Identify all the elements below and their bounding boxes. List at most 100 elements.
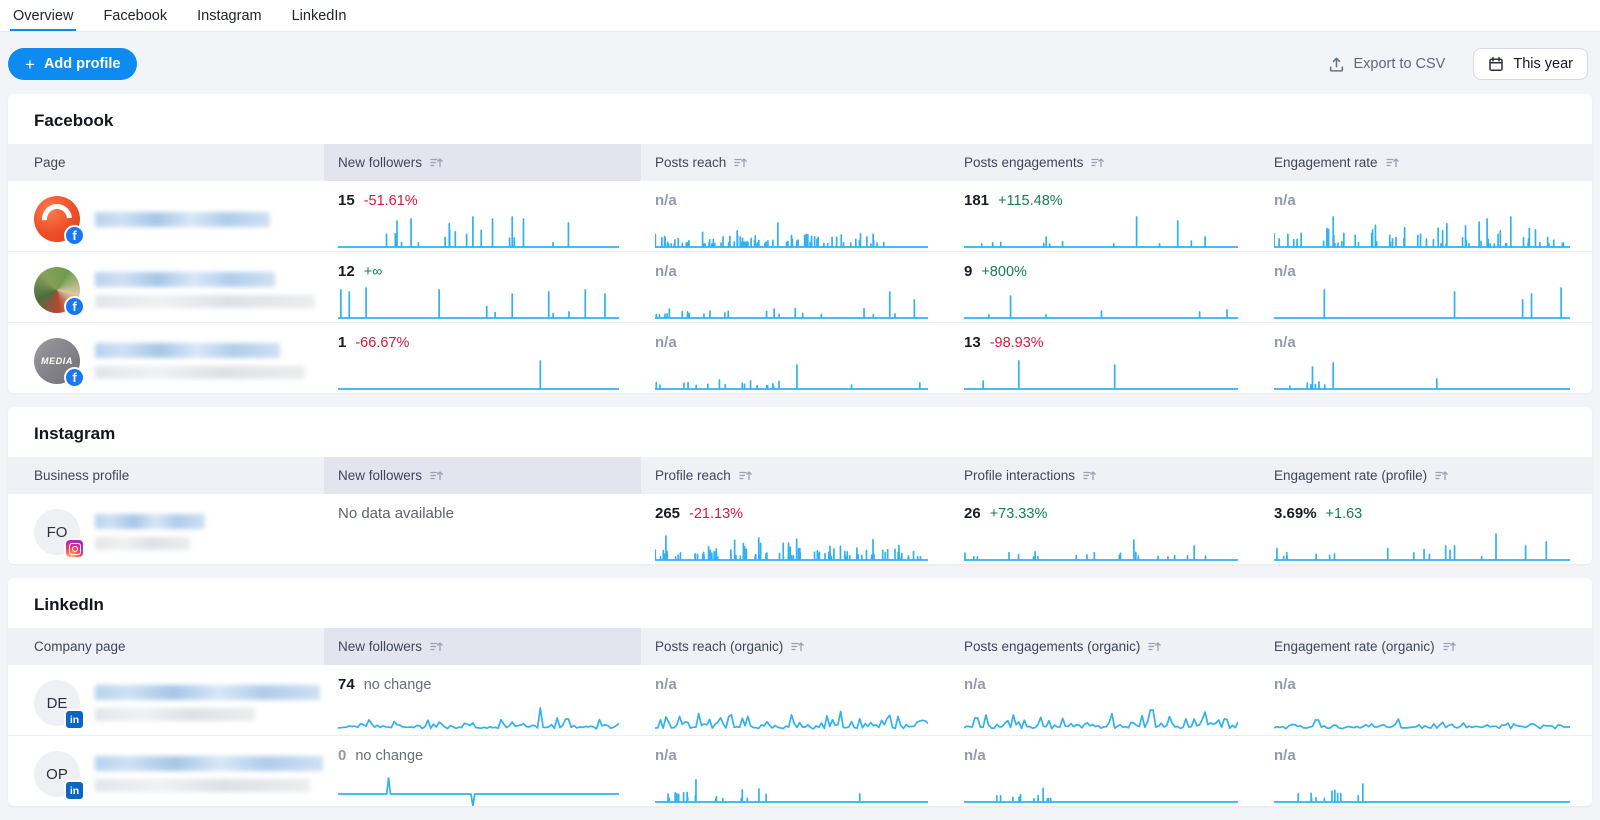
- sort-icon: [739, 469, 752, 482]
- profile-cell: DE in: [8, 665, 324, 741]
- sort-icon: [1148, 640, 1161, 653]
- sparkline-chart: [964, 695, 1238, 735]
- linkedin-section-card: LinkedIn Company page New followers Post…: [8, 578, 1592, 806]
- facebook-badge-icon: f: [64, 296, 85, 317]
- metric-cell-new-followers: 1-66.67%: [324, 323, 641, 393]
- column-header-profile-reach[interactable]: Profile reach: [641, 457, 950, 494]
- table-row[interactable]: FO No data available 265-21.13% 26+73.33…: [8, 494, 1592, 564]
- date-range-button[interactable]: This year: [1473, 48, 1588, 80]
- metric-value: n/a: [655, 263, 677, 280]
- redacted-profile-name: [95, 685, 320, 721]
- redacted-profile-name: [95, 343, 305, 379]
- add-profile-label: Add profile: [44, 56, 121, 72]
- metric-value: 181: [964, 192, 989, 209]
- sparkline-chart: [655, 695, 928, 735]
- metric-delta: -21.13%: [689, 506, 743, 523]
- metric-value: 26: [964, 505, 981, 522]
- column-header-new-followers[interactable]: New followers: [324, 628, 641, 665]
- metric-cell-engagement-rate: n/a: [1260, 323, 1592, 393]
- sparkline-chart: [1274, 282, 1570, 322]
- top-tab-bar: Overview Facebook Instagram LinkedIn: [0, 0, 1600, 32]
- tab-instagram[interactable]: Instagram: [194, 1, 264, 31]
- table-header-row: Company page New followers Posts reach (…: [8, 628, 1592, 665]
- column-header-engagement-rate-organic[interactable]: Engagement rate (organic): [1260, 628, 1592, 665]
- table-header-row: Business profile New followers Profile r…: [8, 457, 1592, 494]
- sort-icon: [1091, 156, 1104, 169]
- metric-value: n/a: [1274, 334, 1296, 351]
- sparkline-chart: [338, 353, 619, 393]
- column-header-new-followers[interactable]: New followers: [324, 457, 641, 494]
- metric-delta: +∞: [364, 264, 383, 281]
- table-row[interactable]: DE in 74no change n/a n/a n/a: [8, 665, 1592, 735]
- column-header-label: Company page: [34, 639, 126, 654]
- sparkline-chart: [338, 524, 619, 564]
- column-header-posts-reach[interactable]: Posts reach: [641, 144, 950, 181]
- metric-value: 15: [338, 192, 355, 209]
- table-row[interactable]: OP in 0no change n/a n/a n/a: [8, 735, 1592, 806]
- column-header-business-profile: Business profile: [8, 457, 324, 494]
- metric-cell-posts-reach-organic: n/a: [641, 736, 950, 806]
- sort-icon: [734, 156, 747, 169]
- metric-cell-posts-reach: n/a: [641, 323, 950, 393]
- metric-value: 1: [338, 334, 346, 351]
- add-profile-button[interactable]: + Add profile: [8, 48, 137, 80]
- sparkline-chart: [655, 282, 928, 322]
- profile-cell: OP in: [8, 736, 324, 806]
- table-row[interactable]: MEDIA f 1-66.67% n/a 13-98.93% n/a: [8, 322, 1592, 393]
- plus-icon: +: [25, 58, 35, 71]
- sparkline-chart: [338, 766, 619, 806]
- export-label: Export to CSV: [1353, 56, 1445, 72]
- column-header-label: Engagement rate: [1274, 155, 1378, 170]
- sparkline-chart: [964, 282, 1238, 322]
- table-row[interactable]: f 12+∞ n/a 9+800% n/a: [8, 251, 1592, 322]
- metric-value: No data available: [338, 505, 454, 522]
- column-header-new-followers[interactable]: New followers: [324, 144, 641, 181]
- sort-icon: [1443, 640, 1456, 653]
- facebook-section-card: Facebook Page New followers Posts reach …: [8, 94, 1592, 393]
- sparkline-chart: [655, 766, 928, 806]
- sparkline-chart: [655, 353, 928, 393]
- metric-delta: no change: [355, 748, 423, 765]
- instagram-section-card: Instagram Business profile New followers…: [8, 407, 1592, 564]
- column-header-engagement-rate-profile[interactable]: Engagement rate (profile): [1260, 457, 1592, 494]
- metric-cell-engagement-rate-organic: n/a: [1260, 736, 1592, 806]
- linkedin-badge-icon: in: [64, 780, 85, 801]
- export-to-csv-button[interactable]: Export to CSV: [1328, 56, 1445, 73]
- metric-cell-new-followers: 15-51.61%: [324, 181, 641, 257]
- column-header-label: Engagement rate (profile): [1274, 468, 1427, 483]
- metric-value: 12: [338, 263, 355, 280]
- metric-value: n/a: [1274, 676, 1296, 693]
- sort-icon: [430, 156, 443, 169]
- column-header-engagement-rate[interactable]: Engagement rate: [1260, 144, 1592, 181]
- column-header-label: New followers: [338, 639, 422, 654]
- sort-icon: [1435, 469, 1448, 482]
- metric-delta: -98.93%: [990, 335, 1044, 352]
- sort-icon: [430, 640, 443, 653]
- table-row[interactable]: f 15-51.61% n/a 181+115.48% n/a: [8, 181, 1592, 251]
- table-header-row: Page New followers Posts reach Posts eng…: [8, 144, 1592, 181]
- column-header-posts-engagements[interactable]: Posts engagements: [950, 144, 1260, 181]
- profile-cell: f: [8, 181, 324, 257]
- column-header-page: Page: [8, 144, 324, 181]
- profile-cell: f: [8, 252, 324, 328]
- metric-cell-profile-interactions: 26+73.33%: [950, 494, 1260, 564]
- tab-overview[interactable]: Overview: [10, 1, 76, 31]
- metric-cell-new-followers: 0no change: [324, 736, 641, 806]
- sparkline-chart: [964, 524, 1238, 564]
- sparkline-chart: [338, 282, 619, 322]
- metric-value: n/a: [964, 747, 986, 764]
- metric-value: 13: [964, 334, 981, 351]
- metric-cell-engagement-rate: n/a: [1260, 181, 1592, 257]
- metric-cell-engagement-rate-organic: n/a: [1260, 665, 1592, 741]
- metric-delta: +800%: [981, 264, 1027, 281]
- metric-cell-new-followers: No data available: [324, 494, 641, 564]
- column-header-posts-engagements-organic[interactable]: Posts engagements (organic): [950, 628, 1260, 665]
- tab-facebook[interactable]: Facebook: [100, 1, 170, 31]
- tab-linkedin[interactable]: LinkedIn: [289, 1, 350, 31]
- column-header-profile-interactions[interactable]: Profile interactions: [950, 457, 1260, 494]
- metric-value: 74: [338, 676, 355, 693]
- column-header-posts-reach-organic[interactable]: Posts reach (organic): [641, 628, 950, 665]
- metric-cell-posts-engagements: 13 -98.93%: [950, 323, 1260, 393]
- metric-cell-posts-engagements: 9+800%: [950, 252, 1260, 328]
- sparkline-chart: [655, 211, 928, 251]
